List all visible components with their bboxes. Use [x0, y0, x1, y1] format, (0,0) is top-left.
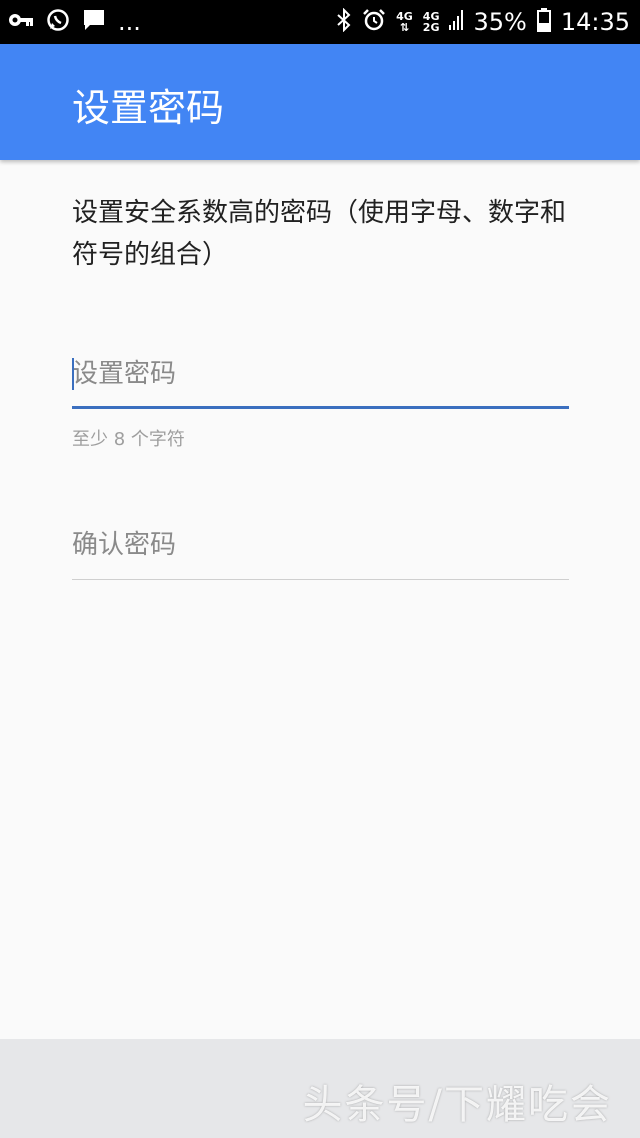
- page-title: 设置密码: [72, 86, 225, 130]
- data-arrows-icon: ⇅: [399, 21, 410, 34]
- more-notifications: ...: [118, 8, 141, 36]
- signal-icon: [449, 10, 464, 34]
- password-field[interactable]: [72, 354, 569, 409]
- confirm-password-input[interactable]: [72, 525, 569, 565]
- network-4g-indicator: 4G ⇅: [396, 10, 413, 34]
- watermark: 头条号/下耀吃会: [302, 1082, 612, 1128]
- key-icon: [8, 12, 34, 32]
- confirm-password-field[interactable]: [72, 525, 569, 580]
- confirm-input-underline: [72, 579, 569, 580]
- password-helper-text: 至少 8 个字符: [72, 429, 185, 450]
- password-input-underline: [72, 406, 569, 409]
- text-cursor: [72, 358, 74, 390]
- battery-icon: [536, 8, 551, 36]
- network-dual-indicator: 4G 2G: [422, 10, 440, 34]
- app-bar: 设置密码: [0, 44, 640, 160]
- whatsapp-icon: [46, 8, 70, 36]
- password-input[interactable]: [72, 354, 569, 394]
- alarm-icon: [362, 8, 386, 36]
- status-bar: ... 4G ⇅ 4G 2G 35% 14:35: [0, 0, 640, 44]
- battery-percent: 35%: [473, 8, 527, 36]
- bluetooth-icon: [336, 7, 352, 36]
- password-description: 设置安全系数高的密码（使用字母、数字和符号的组合）: [72, 198, 567, 270]
- clock: 14:35: [560, 8, 630, 36]
- message-icon: [82, 8, 106, 36]
